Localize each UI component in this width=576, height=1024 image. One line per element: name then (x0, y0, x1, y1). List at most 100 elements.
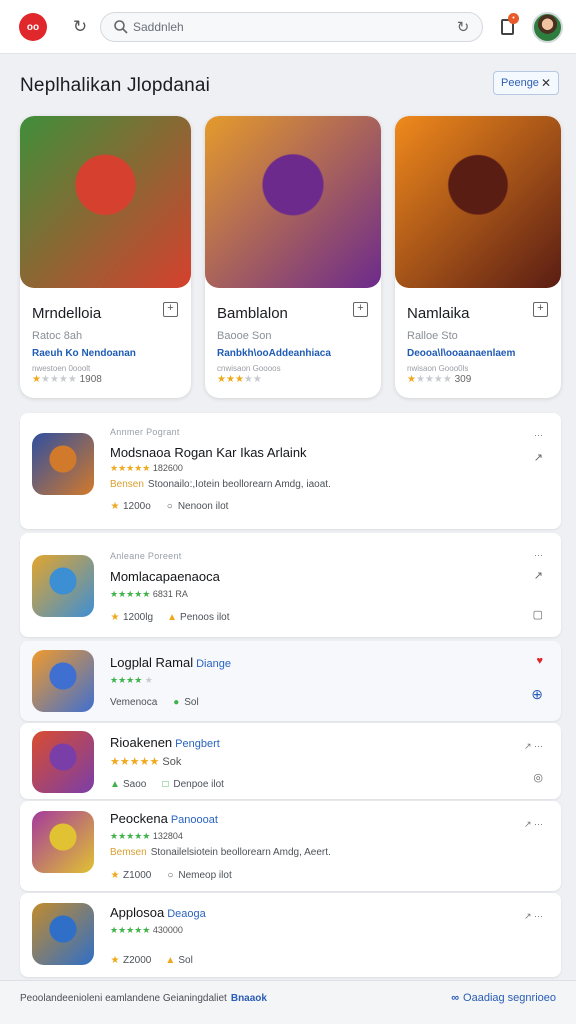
add-icon[interactable]: + (163, 302, 178, 317)
row-label: Bensen (110, 479, 144, 490)
game-artwork (205, 116, 381, 288)
row-footer: ▲ Saoo □ Denpoe ilot (110, 779, 224, 790)
game-icon (32, 650, 94, 712)
row-rating: ★★★★★ 182600 (110, 463, 183, 473)
rating-stars: ★★★★★ (217, 374, 262, 385)
star-icon: ★ (243, 374, 253, 385)
add-icon[interactable]: + (533, 302, 548, 317)
add-icon[interactable]: + (353, 302, 368, 317)
row-footer: ★ Z2000 ▲ Sol (110, 955, 193, 966)
refresh-icon[interactable]: ↻ (69, 16, 91, 38)
more-icon[interactable]: ↗ ⋯ (524, 741, 543, 752)
footer-action[interactable]: ∞ Oaadiag segnrioeo (451, 992, 556, 1004)
rating-value: 1908 (79, 374, 102, 385)
featured-card[interactable]: Namlaika + Ralloe Sto Deooa\l\ooaanaenla… (395, 116, 561, 398)
star-icon: ★ (67, 374, 77, 385)
row-footer: ★ 1200o ○ Nenoon ilot (110, 501, 229, 512)
app-logo[interactable]: oo (19, 13, 47, 41)
section-button-label: Peenge (501, 77, 539, 89)
game-title: Bamblalon (217, 305, 288, 322)
featured-card[interactable]: Mrndelloia + Ratoc 8ah Raeuh Ko Nendoana… (20, 116, 191, 398)
row-title: Modsnaoa Rogan Kar Ikas Arlaink (110, 445, 307, 460)
rating: ★★★★★ (217, 374, 262, 385)
search-input[interactable] (133, 18, 433, 36)
star-icon: ★ (433, 374, 443, 385)
more-icon[interactable]: ↗ ⋯ (524, 819, 543, 830)
row-kicker: Annmer Pogrant (110, 427, 180, 437)
developer-link[interactable]: Raeuh Ko Nendoanan (32, 348, 136, 359)
row-footer: ★ 1200lg ▲ Penoos ilot (110, 612, 230, 623)
close-icon[interactable]: ✕ (541, 76, 551, 90)
row-title: Logplal Ramal Diange (110, 655, 231, 670)
row-rating: ★★★★★ 132804 (110, 831, 183, 841)
game-meta: nwestoen 0ooolt (32, 364, 91, 373)
star-icon: ★ (32, 374, 41, 385)
row-rating: ★★★★★ 430000 (110, 925, 183, 935)
star-icon: ★ (442, 374, 452, 385)
list-item[interactable]: Annmer Pogrant Modsnaoa Rogan Kar Ikas A… (20, 413, 561, 529)
heart-icon[interactable]: ♥ (536, 655, 543, 667)
top-bar: oo ↻ ↻ • (0, 0, 576, 54)
list-item[interactable]: Peockena Panoooat ★★★★★ 132804 Bemsen Ston… (20, 801, 561, 891)
row-description: Bensen Stoonailo:,Iotein beollorearn Amdg… (110, 479, 331, 490)
star-icon: ★ (407, 374, 416, 385)
game-subtitle: Ratoc 8ah (32, 330, 83, 342)
row-title: Peockena Panoooat (110, 811, 218, 826)
row-footer: Vemenoca ● Sol (110, 697, 199, 708)
more-icon[interactable]: ⋯ (534, 430, 543, 441)
bottom-bar: Peoolandeenioleni eamlandene Geianingdal… (0, 980, 576, 1024)
reload-search-icon[interactable]: ↻ (454, 18, 472, 36)
footer-text: Peoolandeenioleni eamlandene Geianingdal… (20, 993, 267, 1004)
search-icon (114, 20, 128, 34)
game-icon (32, 555, 94, 617)
list-item[interactable]: Applosoa Deaoga ★★★★★ 430000 ★ Z2000 ▲ Sol ↗… (20, 893, 561, 977)
game-icon (32, 731, 94, 793)
featured-card[interactable]: Bamblalon + Baooe Son Ranbkh\ooAddeanhia… (205, 116, 381, 398)
game-icon (32, 903, 94, 965)
game-artwork (20, 116, 191, 288)
search-bar[interactable]: ↻ (100, 12, 483, 42)
notification-badge: • (508, 13, 519, 24)
row-title: Momlacapaenaoca (110, 569, 220, 584)
star-icon: ★ (234, 374, 244, 385)
section-filter-button[interactable]: Peenge ✕ (493, 71, 559, 95)
game-meta: cnwisaon Goooos (217, 364, 281, 373)
game-controller-icon[interactable]: ⊕ (531, 686, 543, 703)
share-icon[interactable]: ↗ (534, 569, 543, 582)
share-icon[interactable]: ↗ (534, 451, 543, 464)
more-icon[interactable]: ⋯ (534, 550, 543, 561)
row-description: Bemsen Stonailelsiotein beollorearn Amdg,… (110, 847, 331, 858)
star-icon: ★ (424, 374, 434, 385)
notification-icon[interactable]: • (498, 13, 519, 38)
game-subtitle: Ralloe Sto (407, 330, 458, 342)
bookmark-icon[interactable]: ▢ (533, 608, 543, 621)
star-icon: ★ (252, 374, 262, 385)
game-artwork (395, 116, 561, 288)
row-label: Bemsen (110, 847, 147, 858)
controller-icon[interactable]: ◎ (533, 771, 543, 784)
game-title: Mrndelloia (32, 305, 102, 322)
footer-link[interactable]: Bnaaok (231, 993, 267, 1004)
game-icon (32, 811, 94, 873)
user-avatar[interactable] (532, 12, 563, 43)
star-icon: ★ (58, 374, 68, 385)
rating: ★★★★★ 309 (407, 374, 471, 385)
star-icon: ★ (225, 374, 235, 385)
row-rating: ★★★★★ Sok (110, 756, 182, 768)
row-title: Rioakenen Pengbert (110, 735, 220, 750)
row-kicker: Anleane Poreent (110, 551, 182, 561)
row-rating: ★★★★★ 6831 RA (110, 589, 188, 599)
list-item[interactable]: Logplal Ramal Diange ★★★★ ★ Vemenoca ● Sol … (20, 641, 561, 721)
rating: ★★★★★ 1908 (32, 374, 102, 385)
more-icon[interactable]: ↗ ⋯ (524, 911, 543, 922)
game-meta: nwisaon Gooo0ls (407, 364, 469, 373)
row-rating: ★★★★ ★ (110, 675, 153, 685)
game-icon (32, 433, 94, 495)
row-title: Applosoa Deaoga (110, 905, 206, 920)
star-icon: ★ (217, 374, 226, 385)
game-subtitle: Baooe Son (217, 330, 272, 342)
list-item[interactable]: Anleane Poreent Momlacapaenaoca ★★★★★ 68… (20, 533, 561, 637)
list-item[interactable]: Rioakenen Pengbert ★★★★★ Sok ▲ Saoo □ Denpoe… (20, 723, 561, 799)
developer-link[interactable]: Ranbkh\ooAddeanhiaca (217, 348, 331, 359)
developer-link[interactable]: Deooa\l\ooaanaenlaem (407, 348, 515, 359)
